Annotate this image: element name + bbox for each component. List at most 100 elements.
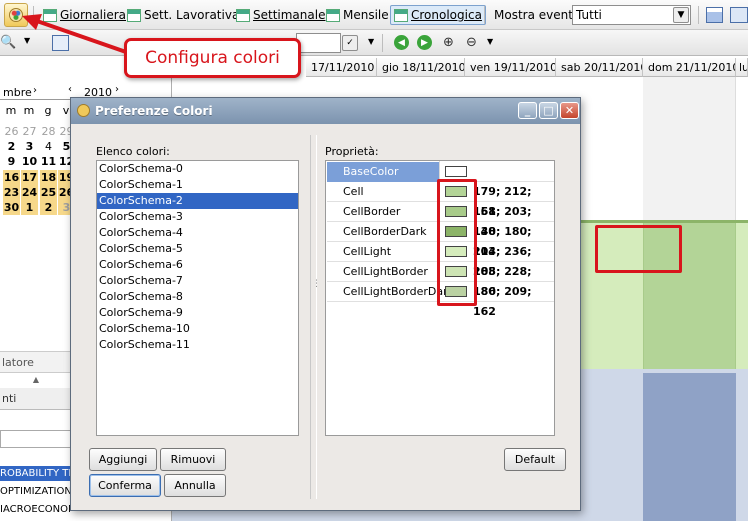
mini-cal-day[interactable]: 26 xyxy=(3,124,20,139)
chevron-down-icon[interactable]: ▼ xyxy=(487,37,493,46)
confirm-button[interactable]: Conferma xyxy=(89,474,161,497)
property-value: 213; 236; 188 xyxy=(473,245,532,278)
list-item[interactable]: OPTIMIZATION xyxy=(0,484,72,499)
palette-icon xyxy=(77,104,90,117)
mini-cal-day[interactable]: 1 xyxy=(21,200,38,215)
color-schema-item[interactable]: ColorSchema-8 xyxy=(97,289,298,305)
time-scale-select[interactable] xyxy=(296,33,341,53)
splitter[interactable] xyxy=(310,135,317,499)
color-schema-item[interactable]: ColorSchema-0 xyxy=(97,161,298,177)
color-schema-item[interactable]: ColorSchema-4 xyxy=(97,225,298,241)
color-schema-item[interactable]: ColorSchema-1 xyxy=(97,177,298,193)
cancel-button[interactable]: Annulla xyxy=(164,474,226,497)
color-schema-list[interactable]: ColorSchema-0 ColorSchema-1 ColorSchema-2 C… xyxy=(96,160,299,436)
next-arrow-icon[interactable]: ▶ xyxy=(417,35,432,50)
previous-arrow-icon[interactable]: ◀ xyxy=(394,35,409,50)
check-icon[interactable]: ✓ xyxy=(342,35,358,51)
day-header: ven 19/11/2010 xyxy=(465,58,556,77)
show-events-value: Tutti xyxy=(576,8,602,22)
print-calendar-icon[interactable] xyxy=(706,7,723,23)
color-schema-item[interactable]: ColorSchema-5 xyxy=(97,241,298,257)
blue-band-bottom xyxy=(172,510,581,521)
property-name: CellBorderDark xyxy=(343,225,427,238)
calendar-timeline-icon xyxy=(394,8,408,22)
mini-cal-day[interactable]: 2 xyxy=(40,200,57,215)
mini-cal-year-next-icon[interactable]: › xyxy=(115,84,119,95)
color-schema-item[interactable]: ColorSchema-9 xyxy=(97,305,298,321)
weekday-header: g xyxy=(44,104,52,117)
export-calendar-icon[interactable] xyxy=(730,7,748,23)
color-schema-item[interactable]: ColorSchema-6 xyxy=(97,257,298,273)
mini-cal-day[interactable]: 10 xyxy=(21,154,38,169)
mini-cal-day[interactable]: 3 xyxy=(21,139,38,154)
mini-cal-day[interactable]: 30 xyxy=(3,200,20,215)
weekday-header: m xyxy=(23,104,35,117)
property-value: 186; 209; 162 xyxy=(473,285,532,318)
toolbar-separator xyxy=(382,34,383,52)
mini-cal-day[interactable]: 2 xyxy=(3,139,20,154)
search-input[interactable] xyxy=(0,430,72,448)
show-events-select[interactable]: Tutti ▼ xyxy=(572,5,691,25)
color-schema-item[interactable]: ColorSchema-3 xyxy=(97,209,298,225)
property-name: CellLightBorder xyxy=(343,265,428,278)
weekend-column xyxy=(643,77,736,220)
callout-arrow xyxy=(22,14,127,54)
dialog-title: Preferenze Colori xyxy=(95,104,213,118)
mini-cal-day[interactable]: 17 xyxy=(21,169,38,185)
list-item[interactable]: IACROECONOMICS (ALTRATI xyxy=(0,502,72,517)
mini-cal-day[interactable]: 18 xyxy=(40,169,57,185)
property-name: BaseColor xyxy=(327,162,439,182)
mini-cal-day[interactable]: 9 xyxy=(3,154,20,169)
mini-cal-day[interactable]: 16 xyxy=(3,169,20,185)
default-button[interactable]: Default xyxy=(504,448,566,471)
maximize-button[interactable]: □ xyxy=(539,102,558,119)
mini-cal-divider xyxy=(0,99,72,100)
blue-band-cell xyxy=(643,373,736,521)
color-preferences-dialog: Preferenze Colori _ □ ✕ Elenco colori: C… xyxy=(70,97,581,511)
view-workweek-button[interactable]: Sett. Lavorativa xyxy=(124,5,242,25)
color-schema-item[interactable]: ColorSchema-7 xyxy=(97,273,298,289)
chevron-up-icon[interactable]: ▲ xyxy=(0,375,72,385)
mini-cal-month: mbre xyxy=(3,86,32,99)
view-monthly-button[interactable]: Mensile xyxy=(323,5,392,25)
mini-cal-year-prev-icon[interactable]: ‹ xyxy=(68,84,72,95)
minimize-button[interactable]: _ xyxy=(518,102,537,119)
calendar-workweek-icon xyxy=(127,8,141,22)
property-name: CellLightBorderDark xyxy=(343,285,454,298)
mini-cal-day[interactable]: 4 xyxy=(40,139,57,154)
mini-cal-day[interactable]: 24 xyxy=(21,184,38,200)
day-header: dom 21/11/2010 xyxy=(643,58,736,77)
green-band-border xyxy=(581,220,748,223)
mini-cal-day[interactable]: 23 xyxy=(3,184,20,200)
day-header: gio 18/11/2010 xyxy=(377,58,465,77)
day-header: 17/11/2010 xyxy=(306,58,377,77)
color-swatch[interactable] xyxy=(445,166,467,177)
view-timeline-label: Cronologica xyxy=(411,8,482,22)
callout-box: Configura colori xyxy=(124,38,301,78)
view-weekly-label: Settimanale xyxy=(253,8,326,22)
mini-cal-prev-icon[interactable]: › xyxy=(33,85,37,96)
chevron-down-icon[interactable]: ▼ xyxy=(368,37,374,46)
property-value: 168; 203; 138 xyxy=(473,205,532,238)
mini-cal-day[interactable]: 27 xyxy=(21,124,38,139)
view-timeline-button[interactable]: Cronologica xyxy=(390,5,486,25)
mini-cal-day[interactable]: 25 xyxy=(40,184,57,200)
view-monthly-label: Mensile xyxy=(343,8,389,22)
mini-cal-day[interactable]: 11 xyxy=(40,154,57,169)
zoom-in-icon[interactable]: ⊕ xyxy=(441,35,456,50)
dialog-titlebar: Preferenze Colori xyxy=(71,98,580,124)
remove-button[interactable]: Rimuovi xyxy=(160,448,226,471)
zoom-out-icon[interactable]: ⊖ xyxy=(464,35,479,50)
property-value: 179; 212; 151 xyxy=(473,185,532,218)
color-schema-item[interactable]: ColorSchema-10 xyxy=(97,321,298,337)
property-value: 205; 228; 180 xyxy=(473,265,532,298)
view-workweek-label: Sett. Lavorativa xyxy=(144,8,240,22)
view-weekly-button[interactable]: Settimanale xyxy=(233,5,328,25)
add-button[interactable]: Aggiungi xyxy=(89,448,157,471)
color-schema-item[interactable]: ColorSchema-2 xyxy=(97,193,298,209)
color-schema-item[interactable]: ColorSchema-11 xyxy=(97,337,298,353)
list-item[interactable]: ROBABILITY TH xyxy=(0,466,72,481)
close-button[interactable]: ✕ xyxy=(560,102,579,119)
mini-cal-day[interactable]: 28 xyxy=(40,124,57,139)
calendar-week-icon xyxy=(236,8,250,22)
